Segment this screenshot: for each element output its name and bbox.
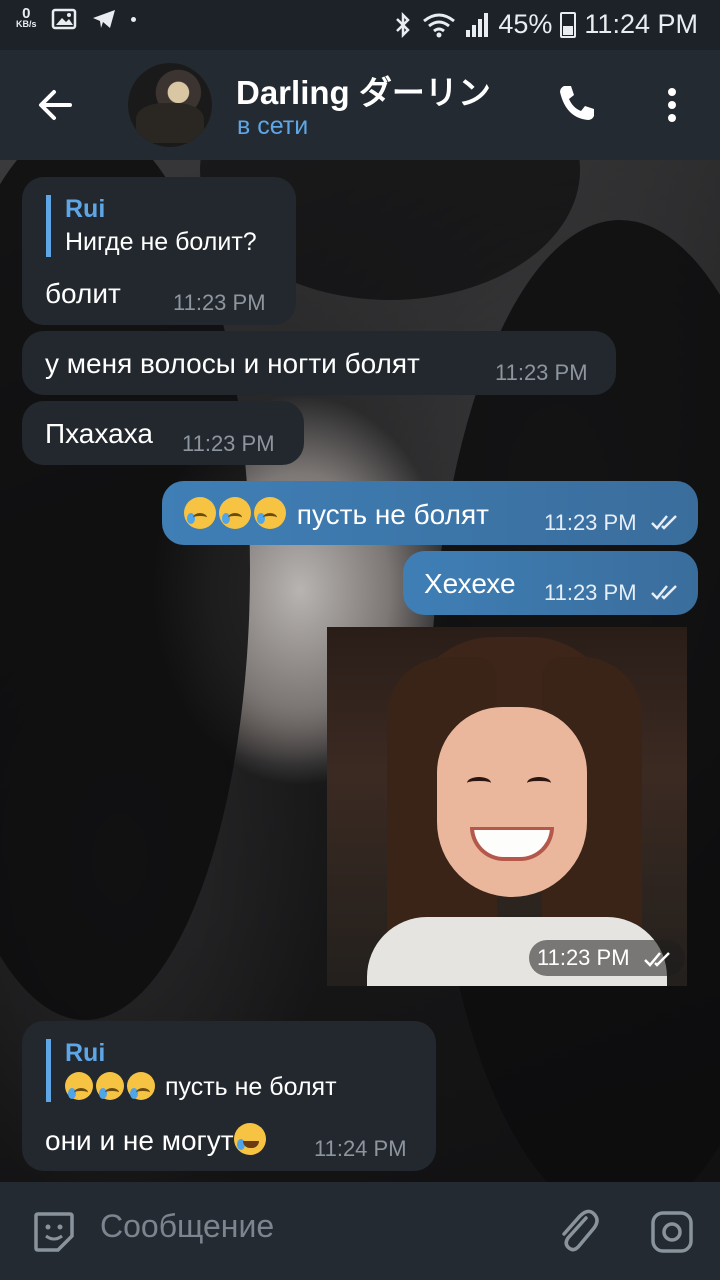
gallery-icon [51,8,76,30]
message-time: 11:23 PM [537,945,630,970]
message-bubble-outgoing[interactable]: пусть не болят 11:23 PM [162,481,698,545]
reply-text: Нигде не болит? [65,228,257,256]
laughing-tears-face-icon [233,1123,266,1155]
battery-percent: 45% [498,9,553,39]
photo-content [527,777,551,789]
telegram-icon [92,10,115,28]
message-input[interactable]: Сообщение [100,1208,274,1245]
net-speed-value: 0 [22,5,31,22]
status-time: 11:24 PM [584,9,698,39]
reply-sender: Rui [65,1039,106,1067]
phone-icon[interactable] [552,78,602,128]
crying-face-icon [96,1072,124,1100]
more-vertical-icon[interactable] [655,80,689,130]
message-bubble-incoming[interactable]: Пхахаха 11:23 PM [22,401,304,465]
message-text: болит [45,278,121,309]
message-content: пусть не болят [184,497,489,531]
message-text: пусть не болят [296,499,489,530]
reply-sender: Rui [65,195,106,223]
message-time: 11:23 PM [495,360,588,385]
message-time: 11:23 PM [544,580,637,605]
message-content: они и не могут [45,1123,269,1157]
chat-screen: 0 KB/s 45% 11:24 PM Darling ダーリン в сети [0,0,720,1280]
bluetooth-icon [396,11,411,38]
online-status: в сети [237,112,309,140]
message-bubble-incoming[interactable]: Rui пусть не болят они и не могут 11:24 … [22,1021,436,1171]
message-time: 11:24 PM [314,1136,407,1161]
reply-text: пусть не болят [164,1073,337,1101]
avatar[interactable] [128,63,212,147]
wifi-icon [423,13,456,37]
back-arrow-icon[interactable] [30,80,80,130]
message-bubble-incoming[interactable]: Rui Нигде не болит? болит 11:23 PM [22,177,296,325]
message-composer: Сообщение [0,1182,720,1280]
camera-icon[interactable] [648,1208,696,1256]
attach-icon[interactable] [552,1204,602,1258]
net-speed-unit: KB/s [16,19,37,29]
double-check-icon [644,952,670,967]
chat-title[interactable]: Darling ダーリン [236,66,491,114]
crying-face-icon [184,497,216,529]
double-check-icon [651,585,677,600]
battery-icon [560,11,577,38]
status-bar: 0 KB/s 45% 11:24 PM [0,0,720,50]
reply-quote[interactable]: Rui Нигде не болит? [46,195,257,257]
sticker-icon[interactable] [30,1208,78,1256]
crying-face-icon [65,1072,93,1100]
message-text: Хехехе [424,568,516,599]
signal-icon [466,12,489,37]
crying-face-icon [127,1072,155,1100]
status-right: 45% 11:24 PM [392,9,698,40]
reply-content: пусть не болят [65,1072,337,1102]
message-text: Пхахаха [45,418,153,449]
chat-header: Darling ダーリン в сети [0,50,720,160]
message-time: 11:23 PM [173,290,266,315]
photo-time-badge: 11:23 PM [529,940,685,976]
photo-message[interactable] [327,627,687,986]
reply-quote[interactable]: Rui пусть не болят [46,1039,337,1102]
crying-face-icon [219,497,251,529]
message-time: 11:23 PM [182,431,275,456]
photo-content [467,777,491,789]
message-text: они и не могут [45,1125,234,1156]
crying-face-icon [254,497,286,529]
notification-dot-icon [130,16,136,22]
message-text: у меня волосы и ногти болят [45,348,420,379]
message-bubble-incoming[interactable]: у меня волосы и ногти болят 11:23 PM [22,331,616,395]
status-left: 0 KB/s [16,5,136,30]
double-check-icon [651,515,677,530]
photo-content [437,707,587,897]
net-speed: 0 KB/s [16,5,37,30]
message-bubble-outgoing[interactable]: Хехехе 11:23 PM [403,551,698,615]
message-time: 11:23 PM [544,510,637,535]
